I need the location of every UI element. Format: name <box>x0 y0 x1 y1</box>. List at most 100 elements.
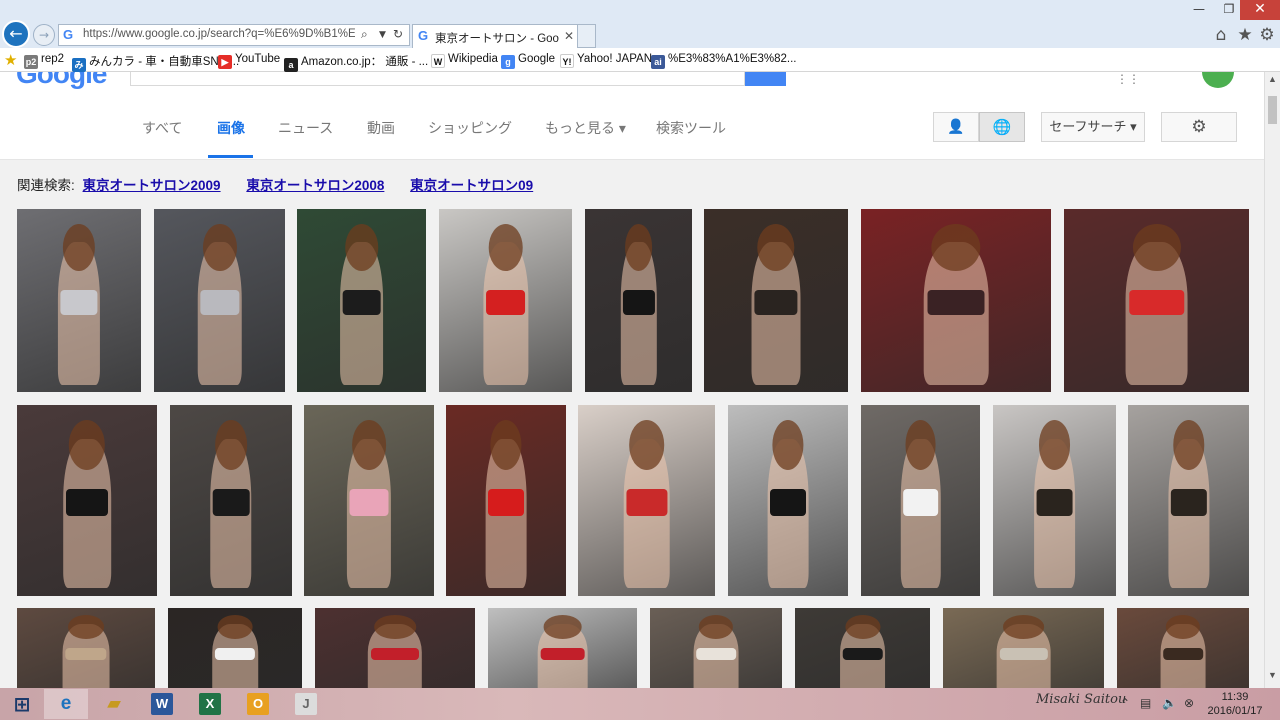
tab-all[interactable]: すべて <box>142 118 182 138</box>
search-button[interactable] <box>745 72 786 86</box>
image-thumbnail[interactable] <box>728 405 848 596</box>
excel-icon[interactable]: X <box>188 689 232 719</box>
chevron-down-icon[interactable]: ▼ <box>379 30 386 40</box>
tab-news[interactable]: ニュース <box>278 118 333 138</box>
image-thumbnail[interactable] <box>304 405 434 596</box>
image-thumbnail[interactable] <box>578 405 715 596</box>
thumbnail-figure-head <box>488 223 523 272</box>
network-icon[interactable]: ▤ <box>1140 696 1151 710</box>
tab-images[interactable]: 画像 <box>217 118 245 138</box>
add-favorite-star-icon[interactable]: ★ <box>4 51 17 69</box>
image-thumbnail[interactable] <box>17 405 157 596</box>
image-thumbnail[interactable] <box>650 608 782 688</box>
image-thumbnail[interactable] <box>704 209 848 392</box>
image-thumbnail[interactable] <box>17 608 155 688</box>
thumbnail-figure-outfit <box>212 489 250 516</box>
scroll-down-icon[interactable]: ▼ <box>1268 670 1277 680</box>
tray-chevron-icon[interactable]: ⌃ <box>1120 696 1130 710</box>
clock-date[interactable]: 2016/01/17 <box>1202 705 1268 717</box>
forward-button[interactable]: → <box>33 24 55 46</box>
favorite-label: Yahoo! JAPAN <box>577 53 653 65</box>
volume-icon[interactable]: 🔈 <box>1162 696 1177 710</box>
vertical-scrollbar[interactable]: ▲ ▼ <box>1264 72 1280 688</box>
thumbnail-figure-outfit <box>342 289 381 316</box>
new-tab-button[interactable] <box>578 24 596 48</box>
favorite-item[interactable]: g Google <box>501 53 555 69</box>
favorite-item[interactable]: Y! Yahoo! JAPAN <box>560 53 652 68</box>
image-thumbnail[interactable] <box>585 209 692 392</box>
thumbnail-figure-outfit <box>60 289 98 316</box>
search-icon[interactable]: ⌕ <box>361 27 368 42</box>
image-thumbnail[interactable] <box>488 608 637 688</box>
thumbnail-figure-outfit <box>999 647 1048 661</box>
tab-more[interactable]: もっと見る ▾ <box>545 118 626 138</box>
favorite-item[interactable]: ai %E3%83%A1%E3%82... <box>651 53 797 69</box>
favorite-item[interactable]: W Wikipedia <box>431 53 498 68</box>
close-window-button[interactable]: ✕ <box>1240 0 1280 20</box>
favorite-item[interactable]: みみんカラ - 車・自動車SNS ... <box>72 53 239 72</box>
close-tab-icon[interactable]: ✕ <box>564 29 574 43</box>
image-thumbnail[interactable] <box>1064 209 1249 392</box>
safesearch-dropdown[interactable]: セーフサーチ ▾ <box>1041 112 1145 142</box>
image-thumbnail[interactable] <box>861 405 980 596</box>
image-thumbnail[interactable] <box>1128 405 1249 596</box>
thumbnail-figure-outfit <box>902 489 939 516</box>
apps-grid-icon[interactable]: ⋮⋮ <box>1116 72 1140 86</box>
start-button[interactable]: ⊞ <box>0 689 44 719</box>
image-thumbnail[interactable] <box>795 608 930 688</box>
scrollbar-thumb[interactable] <box>1268 96 1277 124</box>
personal-results-button[interactable]: 👤 <box>933 112 979 142</box>
tab-videos[interactable]: 動画 <box>367 118 395 138</box>
address-bar[interactable]: G https://www.google.co.jp/search?q=%E6%… <box>58 24 410 46</box>
tab-search-tools[interactable]: 検索ツール <box>656 118 726 138</box>
image-thumbnail[interactable] <box>439 209 572 392</box>
image-thumbnail[interactable] <box>168 608 302 688</box>
outlook-icon[interactable]: O <box>236 689 280 719</box>
image-thumbnail[interactable] <box>170 405 292 596</box>
gear-icon[interactable]: ⚙ <box>1256 24 1278 46</box>
related-link[interactable]: 東京オートサロン2008 <box>246 178 384 193</box>
refresh-icon[interactable]: ↻ <box>393 27 403 41</box>
internet-explorer-icon[interactable]: e <box>44 689 88 719</box>
thumbnail-figure-outfit <box>1163 647 1203 661</box>
favorite-label: みんカラ - 車・自動車SNS ... <box>89 56 240 68</box>
image-thumbnail[interactable] <box>943 608 1104 688</box>
image-thumbnail[interactable] <box>17 209 141 392</box>
image-thumbnail[interactable] <box>154 209 285 392</box>
image-thumbnail[interactable] <box>315 608 475 688</box>
global-results-button[interactable]: 🌐 <box>979 112 1025 142</box>
favorite-item[interactable]: a Amazon.co.jp： 通販 - ... <box>284 53 428 72</box>
file-explorer-icon[interactable]: ▰ <box>92 689 136 719</box>
minimize-button[interactable]: — <box>1184 0 1214 20</box>
google-logo[interactable]: Google <box>16 72 107 90</box>
thumbnail-figure-head <box>344 223 379 272</box>
scroll-up-icon[interactable]: ▲ <box>1268 74 1277 84</box>
clock-time[interactable]: 11:39 <box>1210 691 1260 703</box>
search-input[interactable] <box>130 72 745 86</box>
favorite-item[interactable]: ▶ YouTube <box>218 53 280 69</box>
tab-shopping[interactable]: ショッピング <box>428 118 512 138</box>
thumbnail-figure-outfit <box>371 647 419 661</box>
image-thumbnail[interactable] <box>1117 608 1249 688</box>
favorite-label: YouTube <box>235 53 281 65</box>
home-icon[interactable]: ⌂ <box>1210 24 1232 46</box>
image-thumbnail[interactable] <box>297 209 426 392</box>
favorite-item[interactable]: p2 rep2 <box>24 53 64 69</box>
browser-tab-active[interactable]: G 東京オートサロン - Google ... ✕ <box>412 24 578 48</box>
image-thumbnail[interactable] <box>993 405 1116 596</box>
address-url[interactable]: https://www.google.co.jp/search?q=%E6%9D… <box>83 28 355 40</box>
app-j-icon[interactable]: J <box>284 689 328 719</box>
settings-button[interactable]: ⚙ <box>1161 112 1237 142</box>
word-icon[interactable]: W <box>140 689 184 719</box>
favorites-star-icon[interactable]: ★ <box>1234 24 1256 46</box>
back-button[interactable]: ← <box>2 20 30 48</box>
related-link[interactable]: 東京オートサロン09 <box>410 178 533 193</box>
related-link[interactable]: 東京オートサロン2009 <box>83 178 221 193</box>
wallpaper-signature: Misaki Saitou <box>1036 692 1127 707</box>
google-header: Google ⋮⋮ <box>0 72 1264 98</box>
action-center-icon[interactable]: ⊗ <box>1184 696 1194 710</box>
favorite-label: Wikipedia <box>448 53 498 65</box>
image-thumbnail[interactable] <box>861 209 1051 392</box>
image-thumbnail[interactable] <box>446 405 566 596</box>
avatar[interactable] <box>1202 72 1234 88</box>
